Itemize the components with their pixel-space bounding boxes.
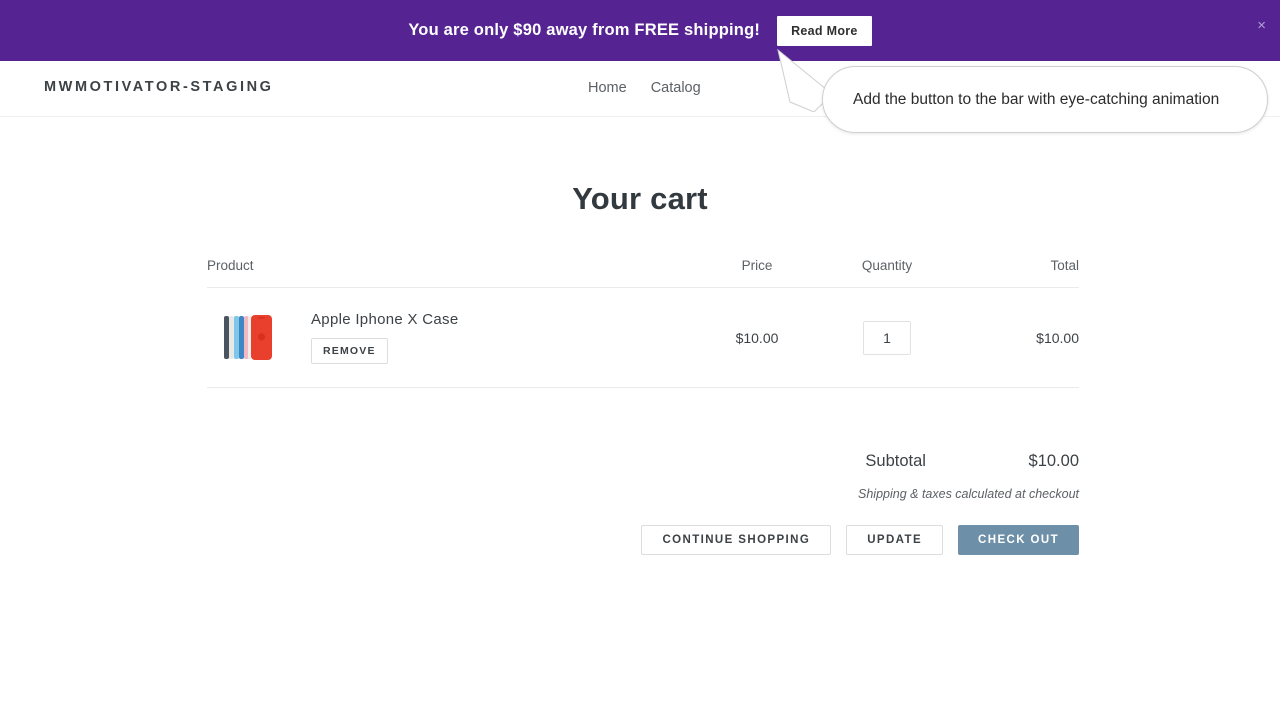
cart-table: Product Price Quantity Total A — [207, 258, 1079, 388]
table-row: Apple Iphone X Case REMOVE $10.00 $10.00 — [207, 288, 1079, 388]
product-line-total: $10.00 — [957, 330, 1079, 346]
nav-item-catalog[interactable]: Catalog — [651, 80, 701, 96]
column-header-product: Product — [207, 258, 697, 273]
promo-banner-content: You are only $90 away from FREE shipping… — [408, 16, 871, 46]
quantity-input[interactable] — [863, 321, 911, 355]
cart-totals: Subtotal $10.00 Shipping & taxes calcula… — [207, 452, 1079, 501]
subtotal-value: $10.00 — [1029, 452, 1079, 470]
subtotal-row: Subtotal $10.00 — [207, 452, 1079, 471]
product-name[interactable]: Apple Iphone X Case — [311, 311, 458, 328]
update-button[interactable]: UPDATE — [846, 525, 943, 555]
shipping-note: Shipping & taxes calculated at checkout — [207, 487, 1079, 501]
brand-logo[interactable]: MWMOTIVATOR-STAGING — [44, 79, 274, 95]
callout-bubble: Add the button to the bar with eye-catch… — [822, 66, 1268, 133]
phone-case-stack-image[interactable] — [223, 311, 273, 364]
promo-message: You are only $90 away from FREE shipping… — [408, 21, 760, 40]
subtotal-label: Subtotal — [865, 452, 926, 470]
column-header-quantity: Quantity — [817, 258, 957, 273]
nav-item-home[interactable]: Home — [588, 80, 627, 96]
cart-actions: CONTINUE SHOPPING UPDATE CHECK OUT — [207, 525, 1079, 555]
main-navigation: Home Catalog — [588, 80, 701, 96]
product-price: $10.00 — [697, 330, 817, 346]
product-cell: Apple Iphone X Case REMOVE — [207, 311, 697, 364]
cart-table-header: Product Price Quantity Total — [207, 258, 1079, 288]
page-title: Your cart — [0, 181, 1280, 217]
continue-shopping-button[interactable]: CONTINUE SHOPPING — [641, 525, 831, 555]
checkout-button[interactable]: CHECK OUT — [958, 525, 1079, 555]
remove-button[interactable]: REMOVE — [311, 338, 388, 364]
column-header-price: Price — [697, 258, 817, 273]
close-icon[interactable]: × — [1257, 18, 1266, 33]
callout-text: Add the button to the bar with eye-catch… — [823, 91, 1219, 109]
read-more-button[interactable]: Read More — [777, 16, 872, 46]
quantity-cell — [817, 321, 957, 355]
product-info: Apple Iphone X Case REMOVE — [311, 311, 458, 364]
column-header-total: Total — [957, 258, 1079, 273]
promo-banner: You are only $90 away from FREE shipping… — [0, 0, 1280, 61]
